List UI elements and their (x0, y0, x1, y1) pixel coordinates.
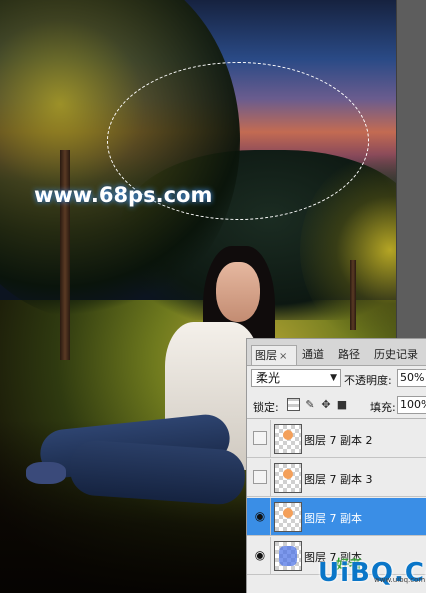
move-icon[interactable]: ✥ (320, 399, 332, 411)
tab-history[interactable]: 历史记录 (371, 345, 426, 365)
close-icon[interactable]: × (279, 351, 287, 362)
fill-input[interactable]: 100% (397, 396, 426, 414)
lock-icon[interactable]: ■ (336, 399, 348, 411)
layer-name: 图层 7 副本 (304, 512, 362, 525)
photo-canvas[interactable]: www.68ps.com 图层 × 通道 路径 历史记录 柔光 ▼ 不透明度: 5… (0, 0, 426, 593)
layer-row[interactable]: 图层 7 副本 2 (247, 420, 426, 458)
opacity-label: 不透明度: (344, 374, 392, 387)
woman-face (216, 262, 260, 322)
visibility-cell[interactable] (249, 459, 271, 497)
layer-name: 图层 7 副本 2 (304, 434, 373, 447)
workspace-gutter (396, 0, 426, 340)
layer-thumbnail (274, 424, 302, 454)
site-watermark: www.68ps.com (34, 183, 213, 207)
logo-url: www.uibq.com (374, 576, 426, 584)
layer-thumbnail (274, 463, 302, 493)
layer-name: 图层 7 副本 3 (304, 473, 373, 486)
lock-transparent-pixels-icon[interactable] (287, 398, 300, 411)
tree-trunk (60, 150, 70, 360)
thumbnail-content (283, 469, 293, 479)
visibility-cell[interactable]: ◉ (249, 537, 271, 575)
tab-paths[interactable]: 路径 (335, 345, 367, 365)
thumbnail-content (283, 430, 293, 440)
blend-row: 柔光 ▼ 不透明度: 50% (247, 366, 426, 392)
lock-label: 锁定: (253, 401, 279, 414)
fill-label: 填充: (370, 401, 396, 414)
visibility-cell[interactable] (249, 420, 271, 458)
brush-icon[interactable]: ✎ (304, 399, 316, 411)
layer-row[interactable]: 图层 7 副本 3 (247, 459, 426, 497)
eye-icon[interactable]: ◉ (253, 509, 267, 523)
blend-mode-select[interactable]: 柔光 ▼ (251, 369, 341, 387)
visibility-cell[interactable]: ◉ (249, 498, 271, 536)
woman-shoe (26, 462, 66, 484)
tree-trunk (350, 260, 356, 330)
layer-row-selected[interactable]: ◉ 图层 7 副本 (247, 498, 426, 536)
visibility-toggle[interactable] (253, 470, 267, 484)
thumbnail-content (283, 508, 293, 518)
panel-tabs: 图层 × 通道 路径 历史记录 (247, 339, 426, 366)
tab-channels[interactable]: 通道 (299, 345, 331, 365)
tab-layers[interactable]: 图层 × (251, 345, 297, 365)
opacity-input[interactable]: 50% (397, 369, 426, 387)
lock-row: 锁定: ✎ ✥ ■ 填充: 100% (247, 394, 426, 419)
site-logo-watermark: 好者 UiBQ.CoM www.uibq.com (280, 552, 426, 593)
visibility-toggle[interactable] (253, 431, 267, 445)
layer-thumbnail (274, 502, 302, 532)
chevron-down-icon: ▼ (330, 373, 337, 383)
eye-icon[interactable]: ◉ (253, 548, 267, 562)
